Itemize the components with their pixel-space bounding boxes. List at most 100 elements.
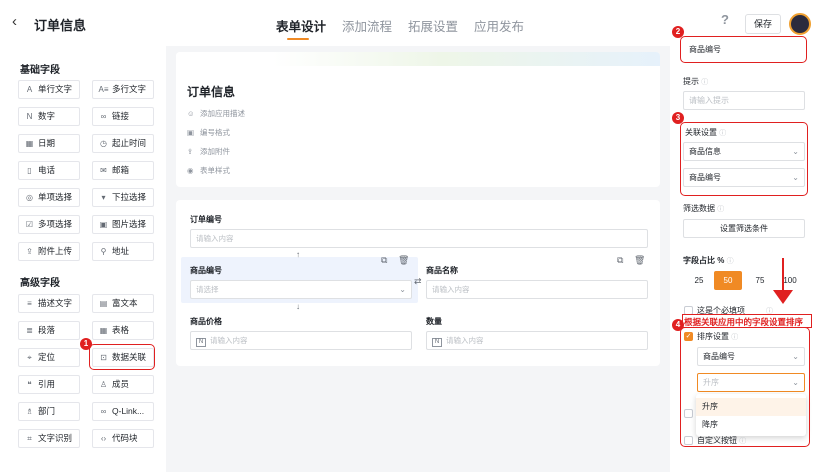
quantity-label: 数量 [426,317,442,326]
field-type-icon: ⚲ [100,247,107,256]
advanced-field-button-10[interactable]: ⌗ 文字识别 [18,429,80,448]
field-type-label: 成员 [112,379,130,389]
basic-field-button-7[interactable]: ✉ 邮箱 [92,161,154,180]
product-no-label: 商品编号 [190,266,222,275]
avatar[interactable] [789,13,811,35]
advanced-field-button-11[interactable]: ‹› 代码块 [92,429,154,448]
basic-field-button-2[interactable]: N 数字 [18,107,80,126]
order-no-input[interactable]: 请输入内容 [190,229,648,248]
advanced-field-button-7[interactable]: ♙ 成员 [92,375,154,394]
copy-icon[interactable]: ⧉ [617,255,623,266]
info-icon: ⓘ [731,334,739,341]
product-name-input[interactable]: 请输入内容 [426,280,648,299]
width-option-50[interactable]: 50 [714,271,742,290]
basic-field-button-11[interactable]: ▣ 图片选择 [92,215,154,234]
form-style-link[interactable]: ◉ 表单样式 [187,165,230,176]
form-title: 订单信息 [187,85,236,99]
advanced-field-button-3[interactable]: ▦ 表格 [92,321,154,340]
active-tab-indicator [287,38,309,40]
field-type-label: 邮箱 [112,165,130,175]
basic-field-button-1[interactable]: A≡ 多行文字 [92,80,154,99]
sort-field-select[interactable]: 商品编号 ⌄ [697,347,805,366]
add-description-link[interactable]: ☺ 添加应用描述 [187,108,245,119]
advanced-field-button-6[interactable]: ❝ 引用 [18,375,80,394]
basic-field-button-4[interactable]: ▦ 日期 [18,134,80,153]
tab-extend-settings[interactable]: 拓展设置 [408,16,458,35]
swap-icon[interactable]: ⇄ [414,276,422,287]
relation-field-select[interactable]: 商品编号 ⌄ [683,168,805,187]
checkbox[interactable] [684,409,693,418]
product-price-input[interactable]: N 请输入内容 [190,331,412,350]
help-icon[interactable]: ? [718,13,732,27]
back-chevron-icon[interactable]: ‹ [12,13,17,30]
field-type-icon: A [26,85,33,94]
field-type-label: 单行文字 [38,84,73,94]
basic-field-button-10[interactable]: ☑ 多项选择 [18,215,80,234]
field-type-label: 代码块 [112,433,138,443]
tab-app-publish[interactable]: 应用发布 [474,16,524,35]
field-type-icon: ≡ [27,299,32,308]
delete-icon[interactable]: 🗑 [398,255,409,266]
set-filter-button[interactable]: 设置筛选条件 [683,219,805,238]
sort-option-desc[interactable]: 降序 [696,416,806,434]
basic-field-button-0[interactable]: A 单行文字 [18,80,80,99]
tab-form-design[interactable]: 表单设计 [276,16,326,35]
field-type-label: 多项选择 [38,219,73,229]
basic-field-button-6[interactable]: ▯ 电话 [18,161,80,180]
add-attachment-link[interactable]: ⇪ 添加附件 [187,146,230,157]
field-type-label: 图片选择 [112,219,147,229]
width-option-75[interactable]: 75 [746,271,774,290]
sort-checkbox[interactable]: ✓ [684,332,693,341]
hint-input[interactable]: 请输入提示 [683,91,805,110]
advanced-field-button-0[interactable]: ≡ 描述文字 [18,294,80,313]
field-type-label: 起止时间 [112,138,147,148]
advanced-field-button-8[interactable]: ♗ 部门 [18,402,80,421]
quantity-input[interactable]: N 请输入内容 [426,331,648,350]
field-type-icon: ✉ [100,166,107,175]
card-top-gradient [176,52,660,66]
field-type-icon: ▦ [25,139,34,148]
delete-icon[interactable]: 🗑 [634,255,645,266]
advanced-field-button-2[interactable]: ≣ 段落 [18,321,80,340]
hint-label: 提示 ⓘ [683,77,709,86]
product-no-select[interactable]: 请选择 ⌄ [190,280,412,299]
comment-icon: ☺ [187,109,195,118]
basic-fields-title: 基础字段 [20,65,60,76]
info-icon: ⓘ [739,438,747,445]
sort-order-select[interactable]: 升序 ⌄ [697,373,805,392]
advanced-field-button-9[interactable]: ∞ Q-Link... [92,402,154,421]
advanced-fields-title: 高级字段 [20,278,60,289]
field-type-label: 表格 [112,325,130,335]
annotation-badge-4: 4 [672,319,684,331]
basic-field-button-12[interactable]: ⇪ 附件上传 [18,242,80,261]
save-button[interactable]: 保存 [745,14,781,34]
width-option-100[interactable]: 100 [776,271,804,290]
number-format-link[interactable]: ▣ 编号格式 [187,127,230,138]
info-icon: ⓘ [719,130,727,137]
width-option-25[interactable]: 25 [685,271,713,290]
sort-option-asc[interactable]: 升序 [696,398,806,416]
chevron-down-icon: ⌄ [792,173,799,182]
move-up-icon[interactable]: ↑ [296,250,300,259]
relation-form-select[interactable]: 商品信息 ⌄ [683,142,805,161]
advanced-field-button-4[interactable]: ⌖ 定位 [18,348,80,367]
field-type-label: 数字 [38,111,56,121]
annotation-badge-2: 2 [672,26,684,38]
chevron-down-icon: ⌄ [792,352,799,361]
basic-field-button-8[interactable]: ◎ 单项选择 [18,188,80,207]
copy-icon[interactable]: ⧉ [381,255,387,266]
advanced-field-button-1[interactable]: ▤ 富文本 [92,294,154,313]
field-type-label: 定位 [38,352,56,362]
custom-button-checkbox[interactable] [684,436,693,445]
basic-field-button-9[interactable]: ▾ 下拉选择 [92,188,154,207]
move-down-icon[interactable]: ↓ [296,302,300,311]
number-icon: N [432,338,442,347]
basic-field-button-5[interactable]: ◷ 起止时间 [92,134,154,153]
basic-field-button-3[interactable]: ∞ 链接 [92,107,154,126]
basic-field-button-13[interactable]: ⚲ 地址 [92,242,154,261]
field-name-input[interactable]: 商品编号 [683,40,804,59]
field-type-label: 富文本 [112,298,138,308]
upload-icon: ⇪ [187,147,194,156]
annotation-box-1 [89,344,155,370]
tab-add-workflow[interactable]: 添加流程 [342,16,392,35]
